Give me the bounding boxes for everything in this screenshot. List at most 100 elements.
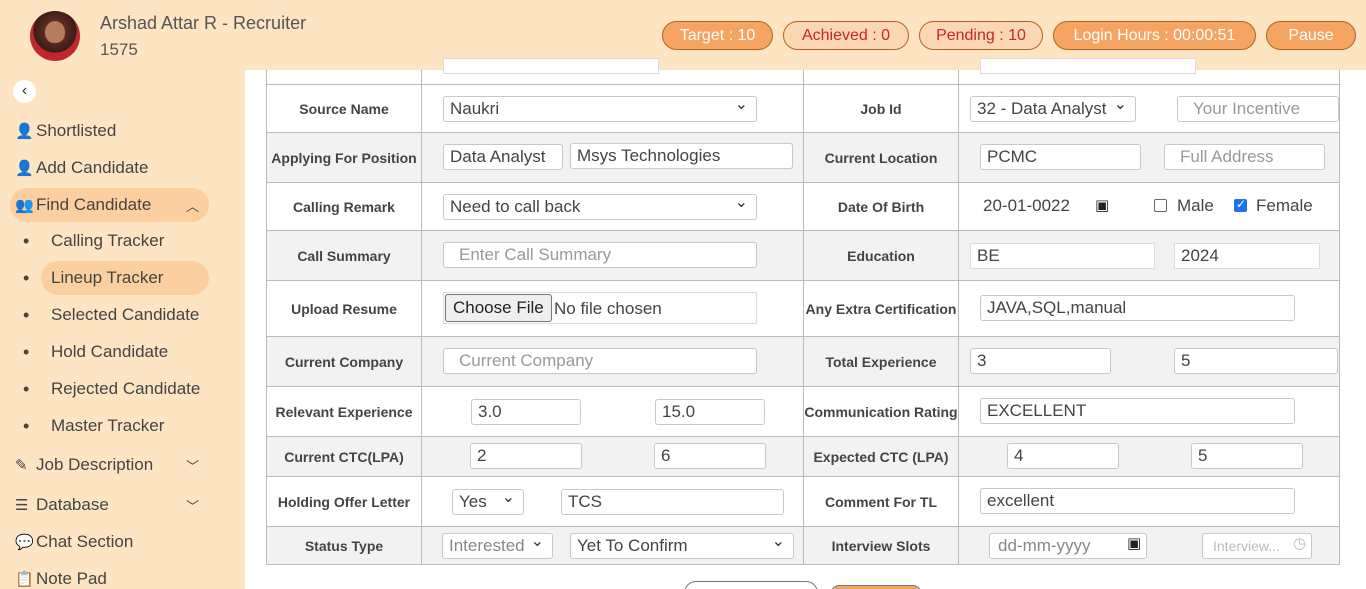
sidebar-item-shortlisted[interactable]: 👤 Shortlisted <box>10 114 116 148</box>
field-label: Date Of Birth <box>803 183 959 230</box>
field-label: Total Experience <box>803 337 959 386</box>
form-row: Current CTC(LPA) 2 6 Expected CTC (LPA) … <box>266 437 1340 477</box>
clock-icon[interactable]: ◷ <box>1293 534 1306 552</box>
total-experience-years-input[interactable]: 3 <box>970 348 1111 374</box>
field-label: Holding Offer Letter <box>267 477 422 526</box>
field-label: Calling Remark <box>267 183 422 230</box>
form-row: Upload Resume Choose File No file chosen… <box>266 281 1340 337</box>
female-label: Female <box>1256 196 1313 215</box>
education-year-input[interactable]: 2024 <box>1174 243 1320 269</box>
total-experience-months-input[interactable]: 5 <box>1174 348 1338 374</box>
field-label: Current Location <box>803 133 959 182</box>
form-row: Relevant Experience 3.0 15.0 Communicati… <box>266 387 1340 437</box>
job-id-select[interactable]: 32 - Data Analyst <box>970 96 1136 122</box>
field-label: Upload Resume <box>267 281 422 336</box>
form-row: Calling Remark Need to call back Date Of… <box>266 183 1340 231</box>
form-row: Applying For Position Data Analyst Msys … <box>266 133 1340 183</box>
pause-button[interactable]: Pause <box>1266 21 1356 50</box>
male-label: Male <box>1177 196 1214 215</box>
holding-offer-select[interactable]: Yes <box>452 489 524 515</box>
clipboard-icon: 📋 <box>15 571 34 588</box>
field-label: Current CTC(LPA) <box>267 437 422 476</box>
offer-company-input[interactable]: TCS <box>561 489 784 515</box>
interview-date-input[interactable]: dd-mm-yyyy <box>989 533 1147 559</box>
field-label: Expected CTC (LPA) <box>803 437 959 476</box>
relevant-experience-years-input[interactable]: 3.0 <box>471 399 581 425</box>
sidebar-subitem-selected-candidate[interactable]: • Selected Candidate <box>20 298 209 332</box>
user-name: Arshad Attar R - Recruiter <box>100 13 307 33</box>
achieved-badge: Achieved : 0 <box>783 21 909 50</box>
sidebar-item-database[interactable]: ☰ Database ﹀ <box>10 488 199 522</box>
current-ctc-lakh-input[interactable]: 2 <box>470 443 582 469</box>
current-location-input[interactable]: PCMC <box>980 144 1141 170</box>
incentive-input[interactable]: Your Incentive <box>1177 96 1339 122</box>
form-row: Holding Offer Letter Yes TCS Comment For… <box>266 477 1340 527</box>
field-label: Source Name <box>267 85 422 132</box>
comment-for-tl-input[interactable]: excellent <box>980 488 1295 514</box>
field-label: Status Type <box>267 527 422 564</box>
company-input[interactable]: Msys Technologies <box>570 143 793 169</box>
sidebar-item-note-pad[interactable]: 📋 Note Pad <box>10 562 107 589</box>
source-name-select[interactable]: Naukri <box>443 96 757 122</box>
sidebar-item-find-candidate[interactable]: 👥 Find Candidate ︿ <box>10 188 209 222</box>
form-action-button[interactable] <box>684 581 818 589</box>
file-status: No file chosen <box>554 299 662 318</box>
sidebar-subitem-hold-candidate[interactable]: • Hold Candidate <box>20 335 178 369</box>
partial-field[interactable] <box>443 58 659 74</box>
field-label: Interview Slots <box>803 527 959 564</box>
form-row: Status Type Interested Yet To Confirm In… <box>266 527 1340 565</box>
field-label: Education <box>803 231 959 280</box>
full-address-input[interactable]: Full Address <box>1164 144 1325 170</box>
call-summary-input[interactable]: Enter Call Summary <box>443 242 757 268</box>
form-row: Current Company Current Company Total Ex… <box>266 337 1340 387</box>
edit-icon: ✎ <box>15 457 28 474</box>
sidebar-subitem-calling-tracker[interactable]: • Calling Tracker <box>20 224 174 258</box>
form-row: Call Summary Enter Call Summary Educatio… <box>266 231 1340 281</box>
users-icon: 👥 <box>15 197 34 214</box>
form-row-partial <box>266 58 1340 85</box>
choose-file-button[interactable]: Choose File <box>445 294 552 322</box>
education-degree-input[interactable]: BE <box>970 243 1155 269</box>
field-label: Comment For TL <box>803 477 959 526</box>
avatar[interactable] <box>30 11 80 61</box>
pending-badge: Pending : 10 <box>919 21 1043 50</box>
extra-certification-input[interactable]: JAVA,SQL,manual <box>980 295 1295 321</box>
chat-icon: 💬 <box>15 534 34 551</box>
calendar-icon[interactable]: ▣ <box>1127 534 1141 552</box>
sidebar-item-chat-section[interactable]: 💬 Chat Section <box>10 525 133 559</box>
chevron-down-icon: ﹀ <box>186 498 200 514</box>
sidebar-item-job-description[interactable]: ✎ Job Description ﹀ <box>10 448 199 482</box>
position-input[interactable]: Data Analyst <box>443 144 563 170</box>
field-label: Communication Rating <box>803 387 959 436</box>
form-submit-button[interactable] <box>831 585 921 589</box>
partial-field[interactable] <box>980 58 1196 74</box>
sidebar: ‹ 👤 Shortlisted 👤 Add Candidate 👥 Find C… <box>0 70 245 589</box>
sidebar-subitem-master-tracker[interactable]: • Master Tracker <box>20 409 174 443</box>
communication-rating-input[interactable]: EXCELLENT <box>980 398 1295 424</box>
calling-remark-select[interactable]: Need to call back <box>443 194 757 220</box>
field-label: Job Id <box>803 85 959 132</box>
user-check-icon: 👤 <box>15 123 34 140</box>
chevron-left-icon[interactable]: ‹ <box>13 80 36 103</box>
form-row: Source Name Naukri Job Id 32 - Data Anal… <box>266 85 1340 133</box>
expected-ctc-thousand-input[interactable]: 5 <box>1191 443 1303 469</box>
calendar-icon[interactable]: ▣ <box>1095 196 1109 214</box>
field-label: Call Summary <box>267 231 422 280</box>
user-id: 1575 <box>100 40 138 59</box>
expected-ctc-lakh-input[interactable]: 4 <box>1007 443 1119 469</box>
sidebar-item-add-candidate[interactable]: 👤 Add Candidate <box>10 151 148 185</box>
field-label: Relevant Experience <box>267 387 422 436</box>
chevron-up-icon: ︿ <box>186 198 200 214</box>
current-ctc-thousand-input[interactable]: 6 <box>654 443 766 469</box>
confirmation-select[interactable]: Yet To Confirm <box>570 533 794 559</box>
chevron-down-icon: ﹀ <box>186 458 200 474</box>
login-hours-badge: Login Hours : 00:00:51 <box>1053 21 1256 50</box>
relevant-experience-months-input[interactable]: 15.0 <box>655 399 765 425</box>
female-checkbox[interactable] <box>1234 197 1247 212</box>
current-company-input[interactable]: Current Company <box>443 348 757 374</box>
database-icon: ☰ <box>15 497 29 514</box>
sidebar-subitem-rejected-candidate[interactable]: • Rejected Candidate <box>20 372 210 406</box>
status-type-select[interactable]: Interested <box>442 533 553 559</box>
male-checkbox[interactable] <box>1154 199 1167 212</box>
sidebar-subitem-lineup-tracker[interactable]: • Lineup Tracker <box>20 261 209 295</box>
